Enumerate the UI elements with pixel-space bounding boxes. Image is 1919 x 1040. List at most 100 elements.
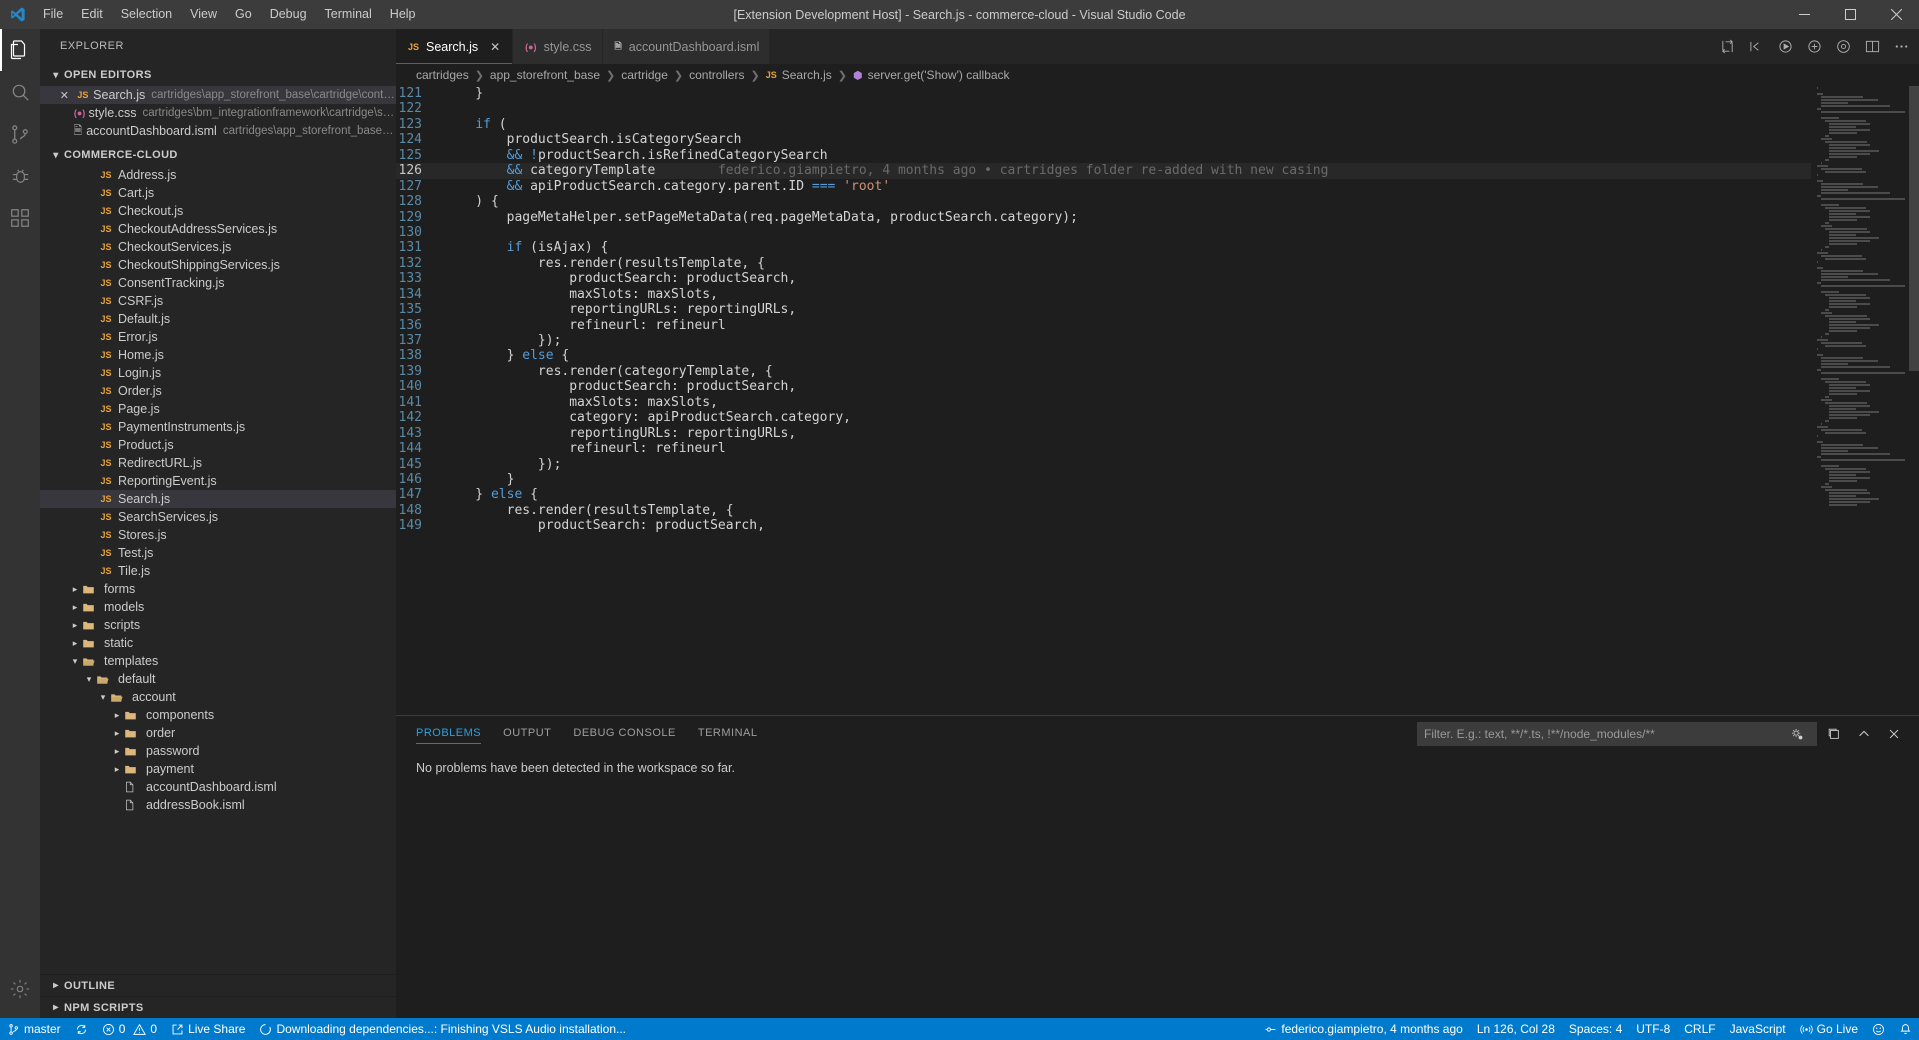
activity-source-control[interactable] [0,113,40,155]
breadcrumb-item-cartridge[interactable]: cartridge [621,68,668,82]
tree-file[interactable]: JSCart.js [40,184,396,202]
status-cursor-position[interactable]: Ln 126, Col 28 [1470,1018,1562,1040]
code-line[interactable]: 139 res.render(categoryTemplate, { [396,364,1811,379]
code-line[interactable]: 144 refineurl: refineurl [396,441,1811,456]
status-language-mode[interactable]: JavaScript [1723,1018,1793,1040]
menu-go[interactable]: Go [226,0,261,29]
code-line[interactable]: 121 } [396,86,1811,101]
menu-file[interactable]: File [34,0,72,29]
more-actions-icon[interactable] [1894,39,1909,54]
tree-folder[interactable]: ▾templates [40,652,396,670]
code-line[interactable]: 129 pageMetaHelper.setPageMetaData(req.p… [396,210,1811,225]
tree-file[interactable]: JSReportingEvent.js [40,472,396,490]
tree-file[interactable]: JSOrder.js [40,382,396,400]
tree-file[interactable]: JSDefault.js [40,310,396,328]
file-tree[interactable]: JSAddress.jsJSCart.jsJSCheckout.jsJSChec… [40,166,396,974]
code-line[interactable]: 122 [396,101,1811,116]
status-feedback[interactable] [1865,1018,1892,1040]
code-line[interactable]: 127 && apiProductSearch.category.parent.… [396,179,1811,194]
tree-file[interactable]: JSConsentTracking.js [40,274,396,292]
code-line[interactable]: 148 res.render(resultsTemplate, { [396,503,1811,518]
activity-search[interactable] [0,71,40,113]
code-line[interactable]: 126 && categoryTemplate federico.giampie… [396,163,1811,178]
maximize-panel-icon[interactable] [1857,727,1877,741]
code-line[interactable]: 142 category: apiProductSearch.category, [396,410,1811,425]
code-line[interactable]: 135 reportingURLs: reportingURLs, [396,302,1811,317]
open-editor-item[interactable]: (●) style.css cartridges\bm_integrationf… [40,104,396,122]
menu-selection[interactable]: Selection [112,0,181,29]
run-icon[interactable] [1778,39,1793,54]
tab-search-js[interactable]: JS Search.js ✕ [396,29,513,64]
code-area[interactable]: 121 }122123 if (124 productSearch.isCate… [396,86,1811,715]
tree-file[interactable]: JSCheckout.js [40,202,396,220]
tree-folder[interactable]: ▸payment [40,760,396,778]
tab-debug-console[interactable]: DEBUG CONSOLE [573,716,675,751]
activity-extensions[interactable] [0,197,40,239]
tab-problems[interactable]: PROBLEMS [416,716,481,751]
code-line[interactable]: 134 maxSlots: maxSlots, [396,287,1811,302]
menu-bar[interactable]: File Edit Selection View Go Debug Termin… [34,0,425,29]
workspace-header[interactable]: ▾ COMMERCE-CLOUD [40,144,396,166]
tree-file[interactable]: JSSearch.js [40,490,396,508]
activity-debug[interactable] [0,155,40,197]
filter-settings-icon[interactable] [1790,727,1810,741]
code-line[interactable]: 136 refineurl: refineurl [396,318,1811,333]
code-line[interactable]: 140 productSearch: productSearch, [396,379,1811,394]
status-notifications[interactable] [1892,1018,1919,1040]
open-editor-item[interactable]: ✕ JS Search.js cartridges\app_storefront… [40,86,396,104]
tree-file[interactable]: JSRedirectURL.js [40,454,396,472]
tab-style-css[interactable]: (●) style.css [513,29,602,64]
code-line[interactable]: 133 productSearch: productSearch, [396,271,1811,286]
tree-file[interactable]: JSHome.js [40,346,396,364]
menu-help[interactable]: Help [381,0,425,29]
code-line[interactable]: 149 productSearch: productSearch, [396,518,1811,533]
preview-icon[interactable] [1836,39,1851,54]
tree-folder[interactable]: ▸static [40,634,396,652]
maximize-button[interactable] [1827,0,1873,29]
code-line[interactable]: 141 maxSlots: maxSlots, [396,395,1811,410]
tree-file[interactable]: JSStores.js [40,526,396,544]
menu-debug[interactable]: Debug [261,0,316,29]
code-line[interactable]: 128 ) { [396,194,1811,209]
tree-file[interactable]: JSLogin.js [40,364,396,382]
code-line[interactable]: 130 [396,225,1811,240]
code-line[interactable]: 138 } else { [396,348,1811,363]
minimap[interactable] [1811,86,1919,715]
npm-scripts-section-header[interactable]: ▸ NPM SCRIPTS [40,996,396,1018]
status-live-share[interactable]: Live Share [164,1018,252,1040]
go-back-icon[interactable] [1749,39,1764,54]
breadcrumb-item-controllers[interactable]: controllers [689,68,744,82]
tree-folder[interactable]: ▸components [40,706,396,724]
tree-folder[interactable]: ▸forms [40,580,396,598]
status-progress[interactable]: Downloading dependencies...: Finishing V… [252,1018,633,1040]
tree-file[interactable]: JSProduct.js [40,436,396,454]
status-eol[interactable]: CRLF [1677,1018,1722,1040]
close-panel-icon[interactable] [1887,727,1907,741]
tree-folder[interactable]: ▾account [40,688,396,706]
menu-terminal[interactable]: Terminal [316,0,381,29]
breadcrumb-item-search-js[interactable]: Search.js [782,68,832,82]
code-line[interactable]: 125 && !productSearch.isRefinedCategoryS… [396,148,1811,163]
tree-file[interactable]: accountDashboard.isml [40,778,396,796]
code-line[interactable]: 145 }); [396,457,1811,472]
tree-file[interactable]: JSAddress.js [40,166,396,184]
compare-changes-icon[interactable] [1720,39,1735,54]
tab-output[interactable]: OUTPUT [503,716,551,751]
code-line[interactable]: 132 res.render(resultsTemplate, { [396,256,1811,271]
status-sync[interactable] [68,1018,95,1040]
tab-account-dashboard-isml[interactable]: 🗎 accountDashboard.isml [603,29,771,64]
problems-filter-input[interactable] [1424,727,1790,741]
tree-file[interactable]: addressBook.isml [40,796,396,814]
code-line[interactable]: 147 } else { [396,487,1811,502]
run-and-debug-icon[interactable] [1807,39,1822,54]
tree-file[interactable]: JSCheckoutAddressServices.js [40,220,396,238]
status-git-blame[interactable]: federico.giampietro, 4 months ago [1257,1018,1469,1040]
tree-file[interactable]: JSTest.js [40,544,396,562]
minimize-button[interactable] [1781,0,1827,29]
breadcrumb-item-cartridges[interactable]: cartridges [416,68,469,82]
code-line[interactable]: 137 }); [396,333,1811,348]
editor-scrollbar-thumb[interactable] [1909,86,1919,371]
menu-edit[interactable]: Edit [72,0,112,29]
tab-terminal[interactable]: TERMINAL [698,716,758,751]
split-editor-icon[interactable] [1865,39,1880,54]
